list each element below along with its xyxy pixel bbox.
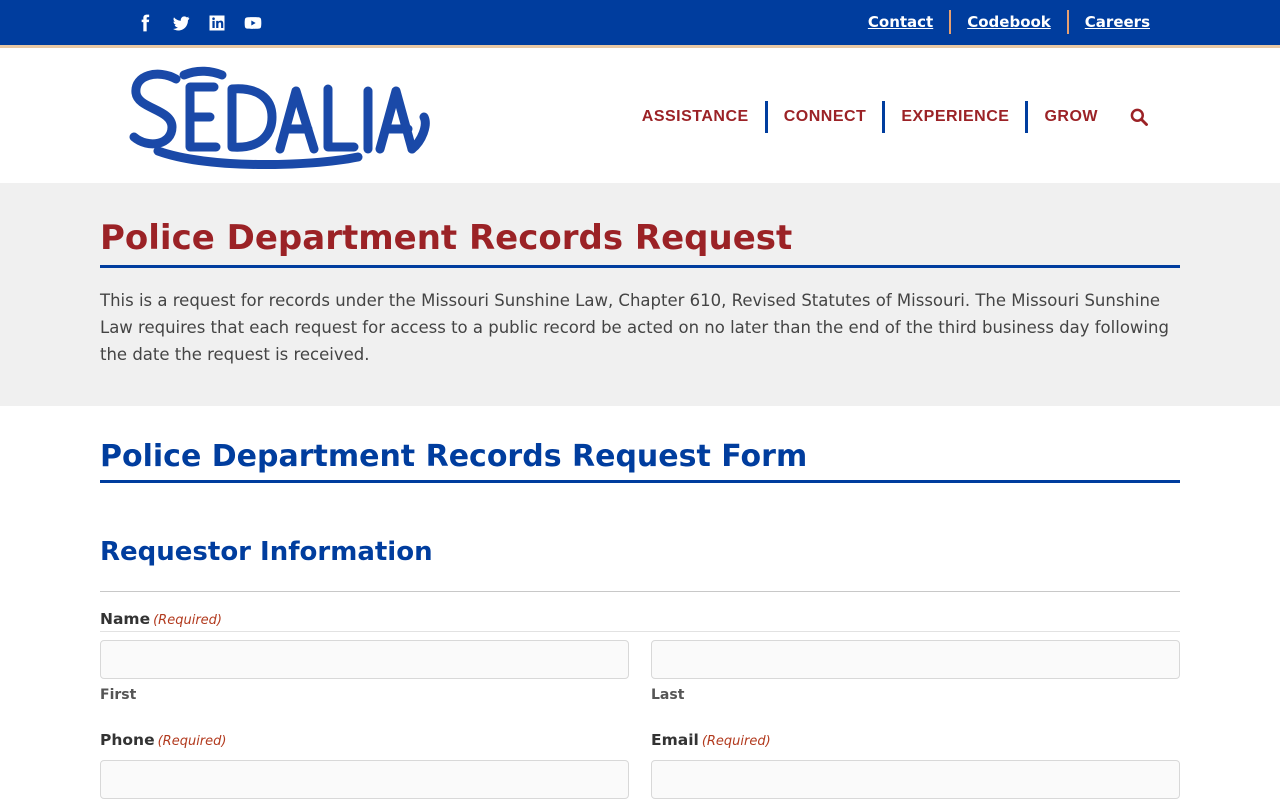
required-marker: (Required)	[701, 734, 771, 749]
intro-text: This is a request for records under the …	[100, 291, 1169, 364]
careers-link[interactable]: Careers	[1069, 10, 1150, 34]
name-label-text: Name	[100, 610, 151, 628]
linkedin-icon[interactable]	[206, 12, 228, 34]
phone-label: Phone (Required)	[100, 729, 226, 753]
youtube-icon[interactable]	[242, 12, 264, 34]
phone-label-text: Phone	[100, 731, 155, 749]
form-title: Police Department Records Request Form	[100, 436, 1180, 483]
required-marker: (Required)	[153, 613, 222, 628]
name-label: Name (Required)	[100, 608, 222, 632]
site-header: ASSISTANCE CONNECT EXPERIENCE GROW	[0, 51, 1280, 183]
sedalia-logo[interactable]	[128, 65, 436, 170]
divider	[100, 591, 1180, 592]
intro-section: Police Department Records Request This i…	[0, 183, 1280, 406]
first-name-input[interactable]	[100, 640, 629, 679]
section-title: Requestor Information	[100, 537, 433, 567]
utility-links: Contact Codebook Careers	[852, 10, 1150, 34]
contact-link[interactable]: Contact	[852, 10, 949, 34]
email-label-text: Email	[651, 731, 699, 749]
nav-grow[interactable]: GROW	[1028, 101, 1114, 133]
email-input[interactable]	[651, 760, 1180, 799]
divider	[100, 631, 1180, 632]
social-links	[134, 12, 264, 34]
nav-experience[interactable]: EXPERIENCE	[885, 101, 1025, 133]
codebook-link[interactable]: Codebook	[951, 10, 1067, 34]
email-label: Email (Required)	[651, 729, 771, 753]
page-title: Police Department Records Request	[100, 217, 1180, 268]
last-sublabel: Last	[651, 687, 685, 703]
search-icon[interactable]	[1128, 106, 1150, 128]
first-sublabel: First	[100, 687, 137, 703]
main-nav: ASSISTANCE CONNECT EXPERIENCE GROW	[626, 101, 1150, 133]
top-bar: Contact Codebook Careers	[0, 0, 1280, 48]
required-marker: (Required)	[157, 734, 227, 749]
last-name-input[interactable]	[651, 640, 1180, 679]
twitter-icon[interactable]	[170, 12, 192, 34]
nav-connect[interactable]: CONNECT	[768, 101, 883, 133]
phone-input[interactable]	[100, 760, 629, 799]
facebook-icon[interactable]	[134, 12, 156, 34]
nav-assistance[interactable]: ASSISTANCE	[626, 101, 765, 133]
